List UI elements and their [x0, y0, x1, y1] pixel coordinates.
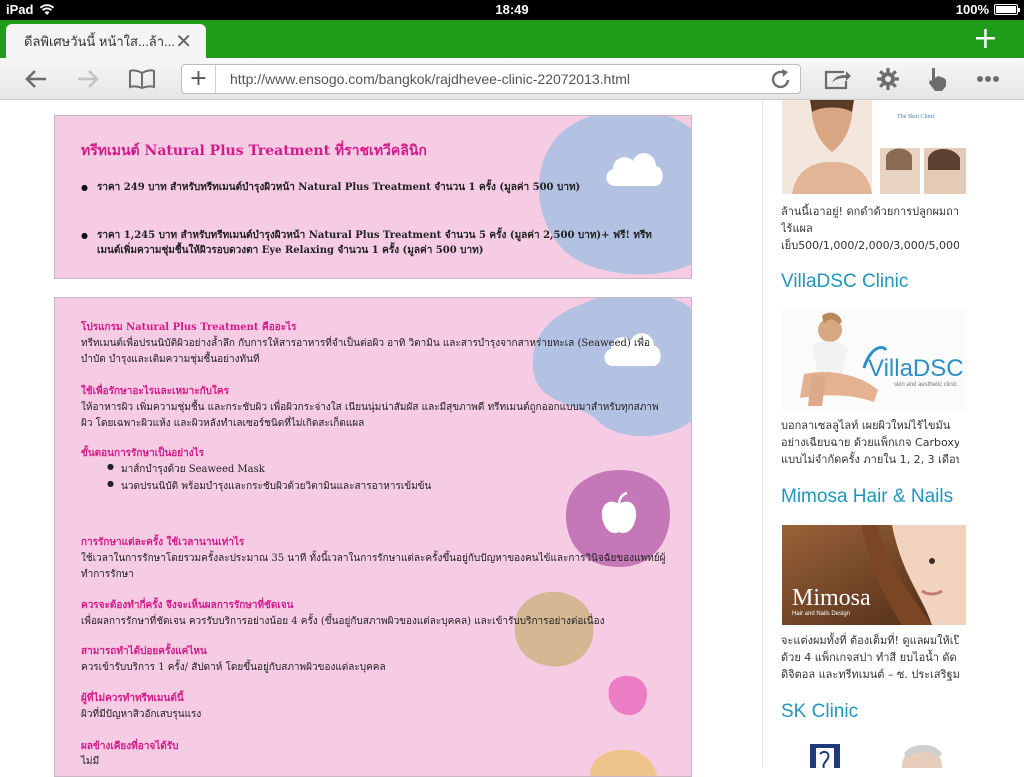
column-divider — [762, 100, 763, 768]
battery-icon — [994, 4, 1020, 15]
url-bar[interactable]: + http://www.ensogo.com/bangkok/rajdheve… — [181, 64, 801, 94]
gear-icon[interactable] — [874, 66, 902, 92]
tab-title: ดีลพิเศษวันนี้ หน้าใส...ล้า... — [24, 33, 174, 49]
deal-description-line[interactable]: เย็บ500/1,000/2,000/3,000/5,000 — [781, 237, 959, 254]
section-heading: การรักษาแต่ละครั้ง ใช้เวลานานเท่าไร — [81, 537, 245, 548]
deal-description-line[interactable]: ด้วย 4 แพ็กเกจสปา ทำสี ยบไอน้ำ ดัด — [781, 649, 959, 666]
deal-description-line[interactable]: อย่างเฉียบฉาย ด้วยแพ็กเกจ Carboxy — [781, 434, 959, 451]
tab-bar: ดีลพิเศษวันนี้ หน้าใส...ล้า... ✕ + — [0, 20, 1024, 58]
deal-description-line[interactable]: บอกลาเซลลูไลท์ เผยผิวใหม่ไร้ไขมัน — [781, 417, 959, 434]
section-text: ให้อาหารผิว เพิ่มความชุ่มชื้น และกระชับผ… — [81, 402, 659, 429]
deal-description-line[interactable]: ล้านนี้เอาอยู่! ดกดำด้วยการปลูกผมถาวร — [781, 203, 959, 220]
list-item: มาส์กบำรุงด้วย Seaweed Mask — [107, 462, 265, 477]
section-text: ใช้เวลาในการรักษาโดยรวมครั้งละประมาณ 35 … — [81, 553, 666, 580]
deal-description-line[interactable]: จะแต่งผมทั้งที่ ต้องเต็มที่! ดูแลผมให้เป… — [781, 632, 959, 649]
deal-summary-box: ทรีทเมนต์ Natural Plus Treatment ที่ราชเ… — [54, 115, 692, 279]
status-time: 18:49 — [495, 2, 529, 17]
mimosa-logo-sub: Hair and Nails Design — [792, 611, 850, 617]
deal-bullet-1: ราคา 249 บาท สำหรับทรีทเมนต์บำรุงผิวหน้า… — [81, 180, 667, 195]
deal-image-villadsc[interactable]: VillaDSC skin and aesthetic clinic — [782, 310, 966, 410]
web-page: ทรีทเมนต์ Natural Plus Treatment ที่ราชเ… — [0, 100, 1024, 777]
share-icon[interactable] — [824, 66, 852, 92]
section-heading: ควรจะต้องทำกี่ครั้ง จึงจะเห็นผลการรักษาท… — [81, 600, 294, 611]
section-heading: สามารถทำได้บ่อยครั้งแค่ไหน — [81, 646, 207, 657]
deal-title: ทรีทเมนต์ Natural Plus Treatment ที่ราชเ… — [81, 143, 427, 159]
section-heading: ขั้นตอนการรักษาเป็นอย่างไร — [81, 448, 205, 459]
battery-percent: 100% — [955, 2, 989, 17]
add-bookmark-icon[interactable]: + — [182, 65, 216, 93]
deal-heading-sk-clinic[interactable]: SK Clinic — [781, 701, 858, 723]
close-icon[interactable]: ✕ — [175, 31, 192, 51]
section-text: เพื่อผลการรักษาที่ชัดเจน ควรรับบริการอย่… — [81, 616, 605, 627]
deal-description-line[interactable]: ดิจิตอล และทรีทเมนต์ – ซ. ประเสริฐมนู — [781, 666, 959, 683]
deal-heading-villadsc[interactable]: VillaDSC Clinic — [781, 271, 908, 293]
bookmarks-icon[interactable] — [126, 66, 158, 92]
back-icon[interactable] — [22, 66, 50, 92]
section-heading: โปรแกรม Natural Plus Treatment คืออะไร — [81, 322, 297, 333]
villadsc-logo-sub: skin and aesthetic clinic — [894, 382, 957, 388]
tab-active[interactable]: ดีลพิเศษวันนี้ หน้าใส...ล้า... ✕ — [6, 24, 206, 58]
deal-description-line[interactable]: แบบไม่จำกัดครั้ง ภายใน 1, 2, 3 เดือน — [781, 451, 959, 468]
toolbar: + http://www.ensogo.com/bangkok/rajdheve… — [0, 58, 1024, 100]
mimosa-logo-text: Mimosa — [792, 585, 871, 611]
apple-icon — [601, 492, 637, 534]
section-heading: ใช้เพื่อรักษาอะไรและเหมาะกับใคร — [81, 386, 229, 397]
villadsc-logo-text: VillaDSC — [868, 355, 964, 382]
deal-bullet-2: ราคา 1,245 บาท สำหรับทรีทเมนต์บำรุงผิวหน… — [81, 228, 667, 258]
section-heading: ผลข้างเคียงที่อาจได้รับ — [81, 741, 179, 752]
section-heading: ผู้ที่ไม่ควรทำทรีทเมนต์นี้ — [81, 693, 184, 704]
list-item: นวดปรนนิบัติ พร้อมบำรุงและกระชับผิวด้วยว… — [107, 479, 431, 494]
treatment-details-box: โปรแกรม Natural Plus Treatment คืออะไร ท… — [54, 297, 692, 777]
forward-icon[interactable] — [74, 66, 102, 92]
section-text: ผิวที่มีปัญหาสิวอักเสบรุนแรง — [81, 709, 202, 720]
section-text: ทรีทเมนต์เพื่อปรนนิบัติผิวอย่างล้ำลึก กั… — [81, 338, 650, 365]
section-text: ควรเข้ารับบริการ 1 ครั้ง/ สัปดาห์ โดยขึ้… — [81, 662, 386, 673]
hand-icon[interactable] — [924, 66, 950, 92]
deal-heading-mimosa[interactable]: Mimosa Hair & Nails — [781, 486, 953, 508]
deal-image-sk-clinic[interactable] — [782, 740, 966, 768]
more-icon[interactable] — [974, 66, 1002, 92]
status-bar: iPad 18:49 100% — [0, 0, 1024, 20]
deal-description-line[interactable]: ไร้แผล — [781, 220, 959, 237]
plus-icon[interactable]: + — [973, 24, 998, 54]
deal-image-mimosa[interactable]: Mimosa Hair and Nails Design — [782, 525, 966, 625]
deal-image-skin-clinic[interactable]: The Skin Clinic — [782, 100, 966, 194]
url-text[interactable]: http://www.ensogo.com/bangkok/rajdhevee-… — [230, 71, 630, 87]
skin-clinic-logo-text: The Skin Clinic — [897, 114, 935, 120]
reload-icon[interactable] — [770, 67, 792, 96]
